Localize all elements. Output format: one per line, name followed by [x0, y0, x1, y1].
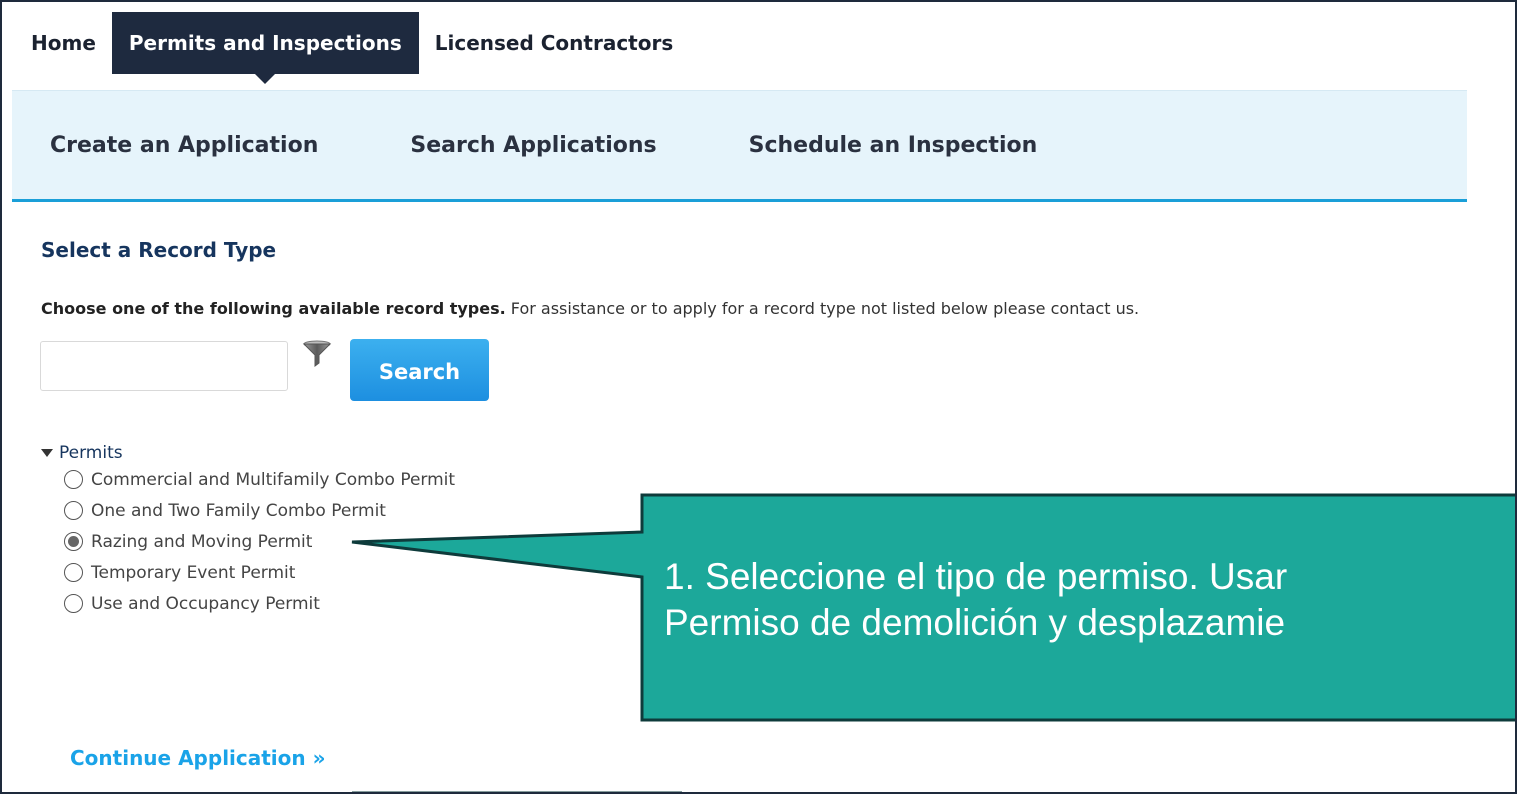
page-title: Select a Record Type [41, 238, 277, 262]
radio-button-selected[interactable] [64, 532, 83, 551]
tab-permits-and-inspections[interactable]: Permits and Inspections [111, 12, 419, 74]
callout-line-2: Permiso de demolición y desplazamie [664, 602, 1286, 643]
radio-dot [68, 536, 79, 547]
radio-button[interactable] [64, 501, 83, 520]
option-label: One and Two Family Combo Permit [91, 500, 386, 521]
tree-group-permits[interactable]: Permits [41, 442, 455, 464]
option-label: Razing and Moving Permit [91, 531, 313, 552]
option-temporary-event[interactable]: Temporary Event Permit [41, 557, 455, 588]
instructions-bold: Choose one of the following available re… [41, 299, 506, 318]
subnav-schedule-inspection[interactable]: Schedule an Inspection [749, 133, 1038, 158]
radio-button[interactable] [64, 594, 83, 613]
top-nav: Home Permits and Inspections Licensed Co… [15, 12, 689, 74]
instructions-rest: For assistance or to apply for a record … [505, 299, 1140, 318]
callout-line-1: 1. Seleccione el tipo de permiso. Usar [664, 556, 1288, 597]
tab-licensed-contractors[interactable]: Licensed Contractors [419, 12, 690, 74]
record-type-tree: Permits Commercial and Multifamily Combo… [41, 442, 455, 619]
callout-text: 1. Seleccione el tipo de permiso. Usar P… [664, 554, 1515, 646]
option-commercial-multifamily-combo[interactable]: Commercial and Multifamily Combo Permit [41, 464, 455, 495]
subnav-create-application[interactable]: Create an Application [50, 133, 318, 158]
option-label: Use and Occupancy Permit [91, 593, 320, 614]
caret-down-icon [41, 449, 53, 457]
radio-button[interactable] [64, 563, 83, 582]
subnav-search-applications[interactable]: Search Applications [410, 133, 656, 158]
app-frame: Home Permits and Inspections Licensed Co… [0, 0, 1517, 794]
tab-home[interactable]: Home [15, 12, 112, 74]
instructions-text: Choose one of the following available re… [41, 299, 1139, 318]
sub-nav: Create an Application Search Application… [12, 90, 1467, 202]
search-button[interactable]: Search [350, 339, 489, 401]
continue-application-link[interactable]: Continue Application » [70, 746, 326, 770]
record-type-search-input[interactable] [40, 341, 288, 391]
option-use-occupancy[interactable]: Use and Occupancy Permit [41, 588, 455, 619]
option-label: Temporary Event Permit [91, 562, 296, 583]
option-razing-moving[interactable]: Razing and Moving Permit [41, 526, 455, 557]
tree-group-label: Permits [59, 443, 123, 463]
option-label: Commercial and Multifamily Combo Permit [91, 469, 456, 490]
option-one-two-family-combo[interactable]: One and Two Family Combo Permit [41, 495, 455, 526]
radio-button[interactable] [64, 470, 83, 489]
filter-funnel-icon[interactable] [302, 340, 332, 368]
